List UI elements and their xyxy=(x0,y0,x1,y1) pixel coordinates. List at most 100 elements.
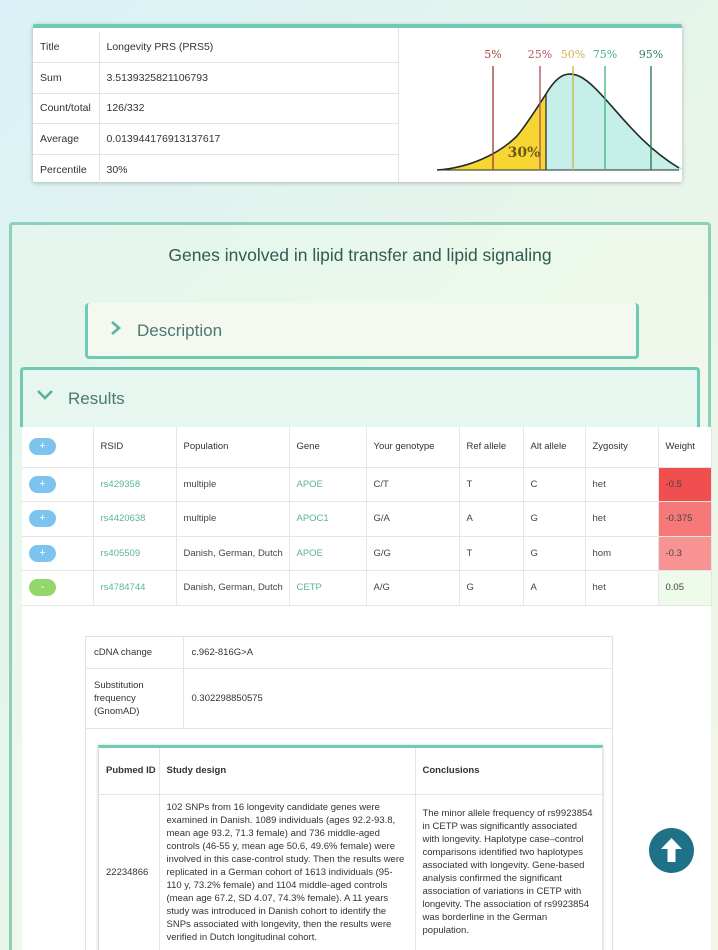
gene-link[interactable]: APOC1 xyxy=(297,513,329,524)
gene-cell: APOE xyxy=(289,536,367,571)
header-population[interactable]: Population xyxy=(176,427,290,468)
rsid-cell: rs4420638 xyxy=(93,501,177,537)
cdna-label: cDNA change xyxy=(86,637,184,669)
rsid-link[interactable]: rs405509 xyxy=(101,548,141,559)
ref-allele-cell: A xyxy=(459,501,524,537)
conclusions: The minor allele frequency of rs9923854 … xyxy=(415,794,603,950)
header-conclusions: Conclusions xyxy=(415,748,603,795)
prs-label: Sum xyxy=(33,62,100,94)
population-cell: multiple xyxy=(176,501,290,537)
ref-allele-cell: T xyxy=(459,536,524,571)
percentile-distribution-chart: 5% 25% 50% 75% 95% 30% xyxy=(436,48,682,171)
percentile-label-50: 50% xyxy=(561,48,585,61)
pubmed-id: 22234866 xyxy=(99,794,160,950)
zygosity-cell: het xyxy=(585,467,659,502)
results-accordion-header[interactable]: Results xyxy=(20,367,700,427)
toggle-cell: - xyxy=(22,570,94,606)
header-gene[interactable]: Gene xyxy=(289,427,367,468)
rsid-link[interactable]: rs4420638 xyxy=(101,513,146,524)
header-alt-allele[interactable]: Alt allele xyxy=(523,427,586,468)
publications-header-row: Pubmed ID Study design Conclusions xyxy=(99,748,603,795)
prs-card: Title Longevity PRS (PRS5) Sum 3.513932582… xyxy=(33,24,682,185)
population-cell: Danish, German, Dutch xyxy=(176,536,290,571)
weight-cell: 0.05 xyxy=(658,570,712,606)
expand-row-toggle[interactable]: + xyxy=(29,510,56,528)
arrow-up-icon xyxy=(661,838,682,862)
rsid-link[interactable]: rs4784744 xyxy=(101,582,146,593)
weight-cell: -0.375 xyxy=(658,501,712,537)
prs-value: 0.013944176913137617 xyxy=(99,123,398,155)
frequency-row: Substitution frequency (GnomAD) 0.302298… xyxy=(86,668,612,729)
rsid-cell: rs429358 xyxy=(93,467,177,502)
zygosity-cell: het xyxy=(585,501,659,537)
genotype-cell: A/G xyxy=(366,570,460,606)
prs-value: Longevity PRS (PRS5) xyxy=(99,32,398,64)
gene-link[interactable]: APOE xyxy=(297,479,323,490)
publications-table: Pubmed ID Study design Conclusions 22234… xyxy=(99,748,603,950)
publications-card: Pubmed ID Study design Conclusions 22234… xyxy=(98,745,603,950)
results-content: + RSID Population Gene Your genotype Ref… xyxy=(22,427,712,950)
collapse-row-toggle[interactable]: - xyxy=(29,579,56,597)
ref-allele-cell: T xyxy=(459,467,524,502)
rsid-link[interactable]: rs429358 xyxy=(101,479,141,490)
table-row: - rs4784744 Danish, German, Dutch CETP A… xyxy=(22,570,712,606)
results-label: Results xyxy=(68,389,125,408)
header-pubmed-id: Pubmed ID xyxy=(99,748,160,795)
section-title: Genes involved in lipid transfer and lip… xyxy=(168,245,552,265)
expand-all-toggle[interactable]: + xyxy=(29,438,56,456)
results-header-row: + RSID Population Gene Your genotype Ref… xyxy=(22,427,712,468)
genotype-cell: G/G xyxy=(366,536,460,571)
alt-allele-cell: C xyxy=(523,467,586,502)
header-weight[interactable]: Weight xyxy=(658,427,712,468)
toggle-cell: + xyxy=(22,467,94,502)
gene-cell: APOE xyxy=(289,467,367,502)
publication-row: 22234866 102 SNPs from 16 longevity cand… xyxy=(99,794,603,950)
prs-label: Count/total xyxy=(33,93,100,125)
user-percentile-label: 30% xyxy=(508,145,541,161)
zygosity-cell: het xyxy=(585,570,659,606)
header-rsid[interactable]: RSID xyxy=(93,427,177,468)
percentile-label-95: 95% xyxy=(639,48,663,61)
cdna-value: c.962-816G>A xyxy=(183,637,612,669)
gene-link[interactable]: CETP xyxy=(297,582,322,593)
prs-row-sum: Sum 3.5139325821106793 xyxy=(33,62,398,94)
expand-row-toggle[interactable]: + xyxy=(29,544,56,562)
prs-label: Title xyxy=(33,32,100,64)
ref-allele-cell: G xyxy=(459,570,524,606)
percentile-label-75: 75% xyxy=(593,48,617,61)
description-label: Description xyxy=(137,321,223,340)
header-ref-allele[interactable]: Ref allele xyxy=(459,427,524,468)
header-genotype[interactable]: Your genotype xyxy=(366,427,460,468)
scroll-to-top-button[interactable] xyxy=(649,828,694,873)
weight-cell: -0.5 xyxy=(658,467,712,502)
prs-value: 3.5139325821106793 xyxy=(99,62,398,94)
chevron-right-icon xyxy=(110,320,122,341)
rsid-cell: rs4784744 xyxy=(93,570,177,606)
prs-row-title: Title Longevity PRS (PRS5) xyxy=(33,32,398,64)
prs-label: Percentile xyxy=(33,154,100,185)
prs-value: 126/332 xyxy=(99,93,398,125)
rsid-cell: rs405509 xyxy=(93,536,177,571)
header-toggle-cell: + xyxy=(22,427,94,468)
toggle-cell: + xyxy=(22,501,94,537)
gene-link[interactable]: APOE xyxy=(297,548,323,559)
prs-row-percentile: Percentile 30% xyxy=(33,154,398,185)
variant-detail-panel: cDNA change c.962-816G>A Substitution fr… xyxy=(85,636,613,950)
prs-value: 30% xyxy=(106,163,128,176)
percentile-label-5: 5% xyxy=(484,48,501,61)
genotype-cell: G/A xyxy=(366,501,460,537)
prs-summary-table: Title Longevity PRS (PRS5) Sum 3.513932582… xyxy=(33,32,398,185)
header-zygosity[interactable]: Zygosity xyxy=(585,427,659,468)
alt-allele-cell: G xyxy=(523,536,586,571)
zygosity-cell: hom xyxy=(585,536,659,571)
alt-allele-cell: A xyxy=(523,570,586,606)
alt-allele-cell: G xyxy=(523,501,586,537)
frequency-value: 0.302298850575 xyxy=(183,668,612,729)
prs-row-average: Average 0.013944176913137617 xyxy=(33,123,398,155)
variant-detail-table: cDNA change c.962-816G>A Substitution fr… xyxy=(86,637,612,729)
population-cell: multiple xyxy=(176,467,290,502)
expand-row-toggle[interactable]: + xyxy=(29,475,56,493)
chevron-down-icon xyxy=(35,388,55,407)
description-accordion[interactable]: Description xyxy=(85,303,639,359)
prs-row-count: Count/total 126/332 xyxy=(33,93,398,125)
